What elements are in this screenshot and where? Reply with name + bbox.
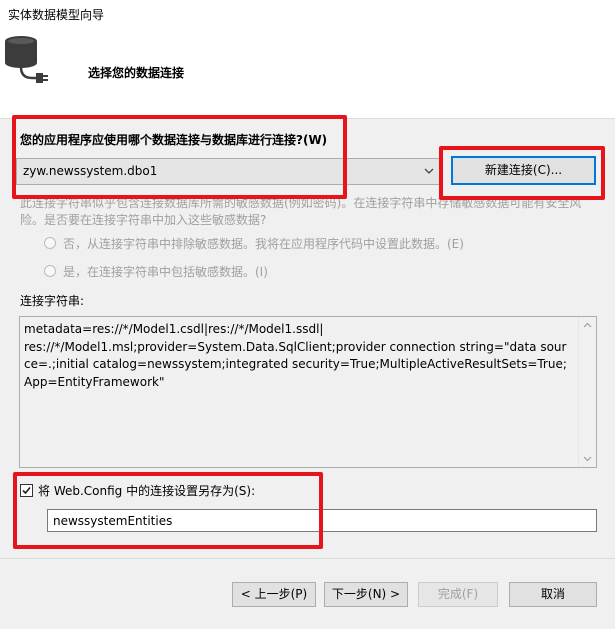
- scroll-down-icon[interactable]: [583, 456, 592, 462]
- save-settings-checkbox[interactable]: [20, 484, 33, 497]
- include-sensitive-radio[interactable]: [44, 265, 56, 277]
- footer-divider: [0, 558, 615, 559]
- include-sensitive-label: 是，在连接字符串中包括敏感数据。(I): [63, 265, 268, 279]
- exclude-sensitive-label: 否，从连接字符串中排除敏感数据。我将在应用程序代码中设置此数据。(E): [63, 237, 464, 251]
- page-title: 选择您的数据连接: [88, 66, 185, 80]
- save-settings-label: 将 Web.Config 中的连接设置另存为(S):: [38, 484, 256, 498]
- cancel-button[interactable]: 取消: [509, 582, 597, 607]
- connection-string-scrollbar[interactable]: [578, 317, 596, 467]
- back-button[interactable]: < 上一步(P): [232, 582, 316, 607]
- window-title: 实体数据模型向导: [8, 8, 105, 22]
- chevron-down-icon[interactable]: [424, 167, 434, 175]
- checkmark-icon: [22, 486, 31, 495]
- entity-name-input[interactable]: newssystemEntities: [47, 509, 597, 532]
- exclude-sensitive-radio[interactable]: [44, 237, 56, 249]
- connection-string-label: 连接字符串:: [20, 294, 85, 308]
- next-button[interactable]: 下一步(N) >: [324, 582, 408, 607]
- connection-dropdown-value: zyw.newssystem.dbo1: [23, 164, 158, 178]
- database-plug-icon: [5, 36, 48, 83]
- finish-button[interactable]: 完成(F): [418, 582, 498, 607]
- connection-string-box[interactable]: metadata=res://*/Model1.csdl|res://*/Mod…: [19, 316, 597, 468]
- sensitive-data-description: 此连接字符串似乎包含连接数据库所需的敏感数据(例如密码)。在连接字符串中存储敏感…: [20, 196, 582, 227]
- entity-name-value: newssystemEntities: [53, 514, 173, 528]
- highlight-box-connection: [12, 115, 347, 199]
- new-connection-button[interactable]: 新建连接(C)...: [451, 156, 596, 185]
- connection-question-label: 您的应用程序应使用哪个数据连接与数据库进行连接?(W): [20, 133, 328, 147]
- scroll-up-icon[interactable]: [583, 322, 592, 328]
- connection-dropdown[interactable]: zyw.newssystem.dbo1: [16, 158, 441, 185]
- connection-string-text: metadata=res://*/Model1.csdl|res://*/Mod…: [24, 322, 567, 389]
